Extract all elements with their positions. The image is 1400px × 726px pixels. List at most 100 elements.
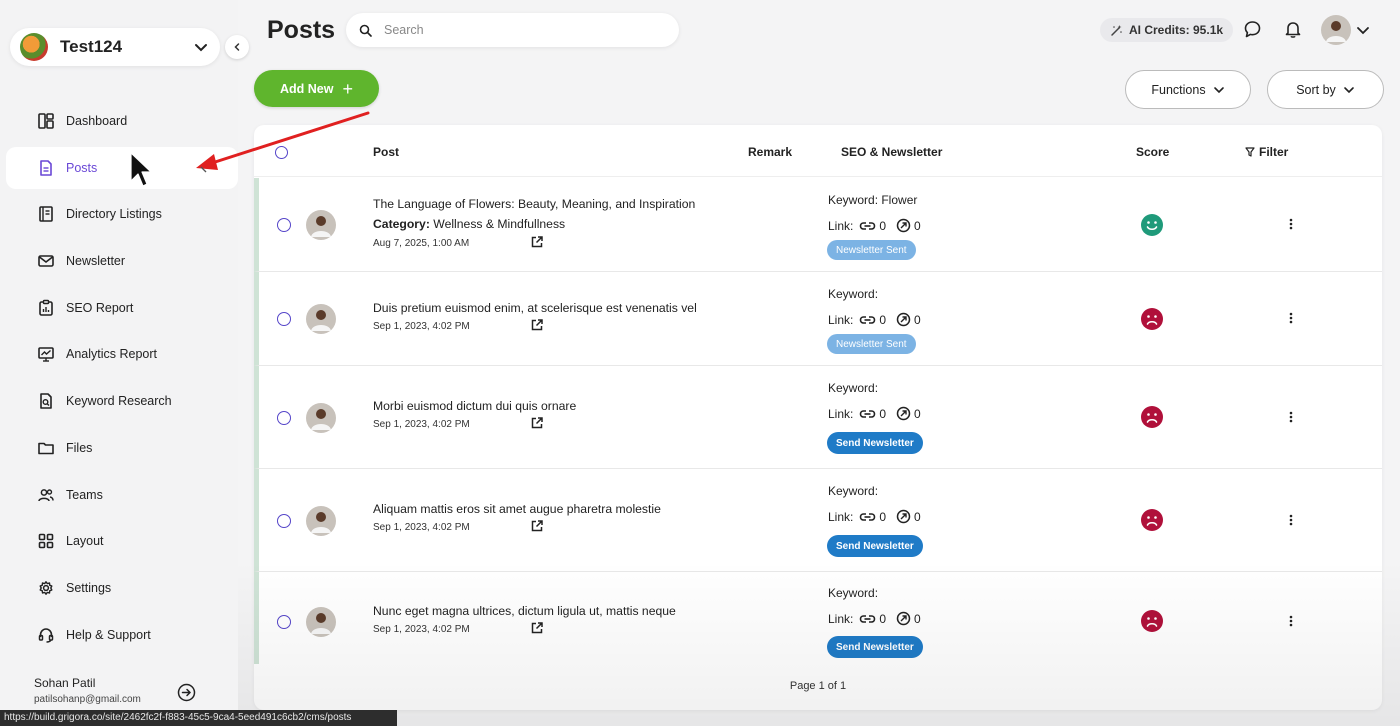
sidebar-item-newsletter[interactable]: Newsletter bbox=[6, 240, 238, 282]
link-label: Link: bbox=[828, 406, 854, 421]
sidebar-item-analytics-report[interactable]: Analytics Report bbox=[6, 333, 238, 375]
row-checkbox[interactable] bbox=[277, 615, 291, 629]
select-all-checkbox[interactable] bbox=[275, 146, 288, 159]
table-header: Post Remark SEO & Newsletter Score Filte… bbox=[254, 125, 1382, 177]
post-title[interactable]: Morbi euismod dictum dui quis ornare bbox=[373, 399, 576, 413]
sidebar-item-directory-listings[interactable]: Directory Listings bbox=[6, 193, 238, 235]
table-row[interactable]: Aliquam mattis eros sit amet augue phare… bbox=[254, 469, 1382, 572]
ai-credits-badge[interactable]: AI Credits: 95.1k bbox=[1100, 18, 1234, 42]
filter-button[interactable]: Filter bbox=[1245, 145, 1288, 159]
author-avatar bbox=[306, 607, 336, 637]
workspace-switcher[interactable]: Test124 bbox=[10, 28, 220, 66]
link-stats: Link: 0 0 bbox=[828, 218, 925, 233]
external-link-icon[interactable] bbox=[530, 416, 544, 430]
column-header-seo[interactable]: SEO & Newsletter bbox=[841, 145, 942, 159]
post-title[interactable]: Aliquam mattis eros sit amet augue phare… bbox=[373, 502, 661, 516]
score-bad-icon bbox=[1141, 509, 1163, 531]
sidebar-item-label: Files bbox=[66, 440, 93, 455]
external-link-icon[interactable] bbox=[530, 318, 544, 332]
external-link-circle-icon bbox=[890, 509, 914, 524]
magic-wand-icon bbox=[1110, 24, 1129, 37]
link-icon bbox=[853, 314, 879, 326]
keyword-search-icon bbox=[37, 392, 55, 410]
search-icon bbox=[359, 24, 372, 37]
send-newsletter-button[interactable]: Send Newsletter bbox=[827, 535, 923, 557]
workspace-name: Test124 bbox=[60, 37, 123, 56]
internal-link-count: 0 bbox=[879, 312, 887, 327]
sidebar-item-keyword-research[interactable]: Keyword Research bbox=[6, 380, 238, 422]
search-input[interactable] bbox=[384, 23, 664, 37]
sidebar-item-seo-report[interactable]: SEO Report bbox=[6, 287, 238, 329]
sidebar-item-dashboard[interactable]: Dashboard bbox=[6, 100, 238, 142]
functions-dropdown[interactable]: Functions bbox=[1125, 70, 1251, 109]
sidebar-item-settings[interactable]: Settings bbox=[6, 567, 238, 609]
link-label: Link: bbox=[828, 611, 854, 626]
sidebar-item-label: Newsletter bbox=[66, 254, 126, 269]
link-icon bbox=[853, 613, 879, 625]
headset-icon bbox=[37, 626, 55, 644]
ai-credits-text: AI Credits: 95.1k bbox=[1129, 23, 1224, 37]
table-row[interactable]: Morbi euismod dictum dui quis ornare Sep… bbox=[254, 366, 1382, 469]
post-date: Sep 1, 2023, 4:02 PM bbox=[373, 522, 470, 533]
send-newsletter-button[interactable]: Send Newsletter bbox=[827, 636, 923, 658]
filter-label: Filter bbox=[1259, 145, 1289, 159]
external-link-icon[interactable] bbox=[530, 621, 544, 635]
bell-icon[interactable] bbox=[1284, 20, 1302, 39]
link-label: Link: bbox=[828, 218, 854, 233]
link-stats: Link: 0 0 bbox=[828, 312, 925, 327]
sidebar-item-help-support[interactable]: Help & Support bbox=[6, 614, 238, 656]
search-box[interactable] bbox=[346, 13, 679, 47]
column-header-post[interactable]: Post bbox=[373, 145, 399, 159]
sort-by-label: Sort by bbox=[1296, 82, 1336, 97]
collapse-sidebar-button[interactable] bbox=[225, 35, 249, 59]
internal-link-count: 0 bbox=[879, 218, 887, 233]
column-header-remark[interactable]: Remark bbox=[748, 145, 792, 159]
row-checkbox[interactable] bbox=[277, 411, 291, 425]
internal-link-count: 0 bbox=[879, 406, 887, 421]
sidebar-item-teams[interactable]: Teams bbox=[6, 474, 238, 516]
external-link-icon[interactable] bbox=[530, 235, 544, 249]
post-date: Aug 7, 2025, 1:00 AM bbox=[373, 238, 470, 249]
logout-icon[interactable] bbox=[177, 683, 196, 702]
sidebar-item-posts[interactable]: Posts bbox=[6, 146, 238, 189]
post-title[interactable]: The Language of Flowers: Beauty, Meaning… bbox=[373, 197, 695, 211]
category-value: Wellness & Mindfullness bbox=[433, 217, 566, 231]
more-options-icon[interactable] bbox=[1289, 514, 1293, 526]
more-options-icon[interactable] bbox=[1289, 615, 1293, 627]
external-link-circle-icon bbox=[890, 218, 914, 233]
author-avatar bbox=[306, 210, 336, 240]
gear-icon bbox=[37, 579, 55, 597]
directory-icon bbox=[37, 205, 55, 223]
row-checkbox[interactable] bbox=[277, 312, 291, 326]
row-checkbox[interactable] bbox=[277, 218, 291, 232]
internal-link-count: 0 bbox=[879, 509, 887, 524]
pagination-text: Page 1 of 1 bbox=[789, 680, 847, 692]
sidebar-nav: Dashboard Posts Directory Listings Newsl… bbox=[6, 100, 238, 660]
external-link-icon[interactable] bbox=[530, 519, 544, 533]
more-options-icon[interactable] bbox=[1289, 218, 1293, 230]
post-title[interactable]: Nunc eget magna ultrices, dictum ligula … bbox=[373, 604, 676, 618]
send-newsletter-button[interactable]: Send Newsletter bbox=[827, 432, 923, 454]
user-avatar[interactable] bbox=[1321, 15, 1351, 45]
sidebar-item-label: Directory Listings bbox=[66, 207, 162, 222]
table-row[interactable]: Duis pretium euismod enim, at scelerisqu… bbox=[254, 272, 1382, 366]
sidebar-item-files[interactable]: Files bbox=[6, 427, 238, 469]
sidebar: Test124 Dashboard Posts Directory Listin… bbox=[0, 0, 238, 726]
chevron-down-icon[interactable] bbox=[1356, 23, 1370, 37]
sidebar-item-layout[interactable]: Layout bbox=[6, 520, 238, 562]
dashboard-icon bbox=[37, 112, 55, 130]
folder-icon bbox=[37, 439, 55, 457]
more-options-icon[interactable] bbox=[1289, 312, 1293, 324]
more-options-icon[interactable] bbox=[1289, 411, 1293, 423]
post-title[interactable]: Duis pretium euismod enim, at scelerisqu… bbox=[373, 301, 697, 315]
row-checkbox[interactable] bbox=[277, 514, 291, 528]
chat-icon[interactable] bbox=[1243, 20, 1262, 39]
column-header-score[interactable]: Score bbox=[1136, 145, 1169, 159]
internal-link-count: 0 bbox=[879, 611, 887, 626]
add-new-button[interactable]: Add New + bbox=[254, 70, 379, 107]
sort-by-dropdown[interactable]: Sort by bbox=[1267, 70, 1384, 109]
filter-icon bbox=[1245, 147, 1255, 157]
table-row[interactable]: Nunc eget magna ultrices, dictum ligula … bbox=[254, 572, 1382, 664]
table-row[interactable]: The Language of Flowers: Beauty, Meaning… bbox=[254, 178, 1382, 272]
sidebar-item-label: Dashboard bbox=[66, 114, 128, 128]
